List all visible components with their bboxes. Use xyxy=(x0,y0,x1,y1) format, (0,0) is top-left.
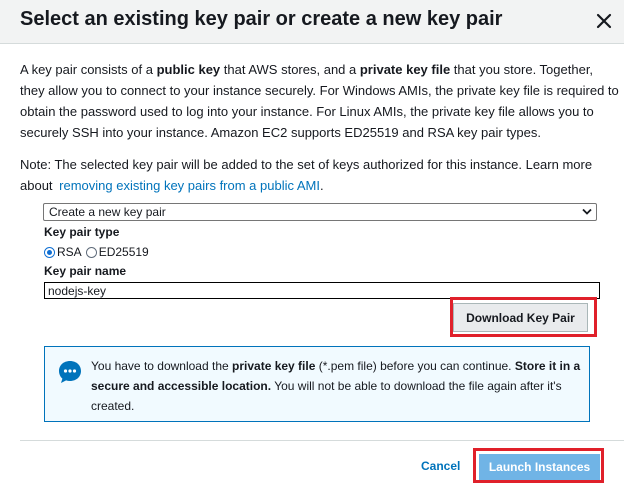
info-text: You have to download the private key fil… xyxy=(91,359,581,413)
info-alert: You have to download the private key fil… xyxy=(44,346,590,422)
key-pair-select-value: Create a new key pair xyxy=(49,205,166,219)
download-key-pair-button[interactable]: Download Key Pair xyxy=(453,303,588,332)
footer-divider xyxy=(20,440,624,441)
intro-paragraph: A key pair consists of a public key that… xyxy=(20,62,619,140)
dialog-header: Select an existing key pair or create a … xyxy=(0,0,624,44)
dialog-title: Select an existing key pair or create a … xyxy=(20,8,503,30)
radio-ed25519[interactable] xyxy=(85,246,97,258)
key-pair-type-group: RSA ED25519 xyxy=(44,244,153,260)
key-pair-select[interactable]: Create a new key pair xyxy=(43,203,597,221)
key-pair-type-label: Key pair type xyxy=(44,225,120,239)
launch-instances-button[interactable]: Launch Instances xyxy=(479,454,600,480)
key-pair-name-label: Key pair name xyxy=(44,264,127,278)
radio-rsa-label: RSA xyxy=(57,245,82,259)
close-button[interactable] xyxy=(592,9,616,33)
note-paragraph: Note: The selected key pair will be adde… xyxy=(20,157,593,193)
radio-ed25519-label: ED25519 xyxy=(98,245,149,259)
chevron-down-icon xyxy=(582,208,592,215)
cancel-button[interactable]: Cancel xyxy=(421,459,460,473)
radio-rsa[interactable] xyxy=(44,246,55,258)
remove-key-pairs-link[interactable]: removing existing key pairs from a publi… xyxy=(59,178,320,193)
speech-bubble-icon xyxy=(59,361,81,383)
close-icon xyxy=(596,13,612,29)
